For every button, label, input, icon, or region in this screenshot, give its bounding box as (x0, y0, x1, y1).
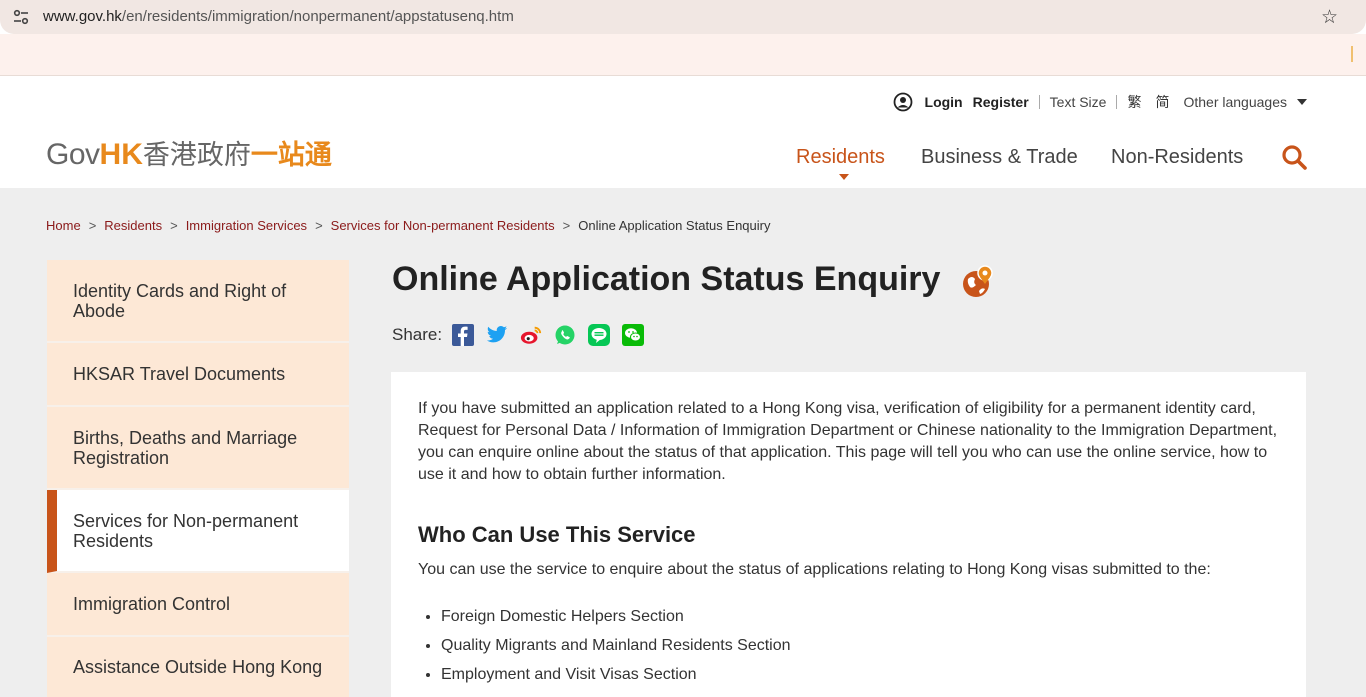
content-area: Home > Residents > Immigration Services … (0, 188, 1366, 697)
login-link[interactable]: Login (925, 94, 963, 110)
divider (1038, 95, 1040, 109)
list-item: Foreign Domestic Helpers Section (441, 606, 791, 635)
logo-gov: Gov (46, 138, 100, 171)
breadcrumb-separator: > (562, 218, 571, 233)
sidebar-nav: Identity Cards and Right of Abode HKSAR … (47, 260, 349, 697)
logo-chinese-tagline: 一站通 (250, 140, 332, 170)
url-path: /en/residents/immigration/nonpermanent/a… (121, 8, 514, 25)
govhk-logo[interactable]: GovHK香港政府一站通 (46, 133, 332, 172)
site-info-icon[interactable] (12, 8, 30, 26)
chevron-down-icon[interactable] (1297, 99, 1307, 105)
breadcrumb-home[interactable]: Home (46, 218, 81, 233)
section-list: Foreign Domestic Helpers Section Quality… (441, 606, 791, 693)
other-languages-dropdown[interactable]: Other languages (1183, 94, 1287, 110)
line-icon[interactable] (588, 324, 611, 346)
url-text[interactable]: www.gov.hk/en/residents/immigration/nonp… (43, 8, 514, 25)
intro-paragraph: If you have submitted an application rel… (418, 400, 1278, 483)
nav-residents[interactable]: Residents (796, 146, 885, 169)
browser-address-bar[interactable]: www.gov.hk/en/residents/immigration/nonp… (0, 0, 1366, 34)
wechat-icon[interactable] (622, 324, 645, 346)
sidebar-item-travel-documents[interactable]: HKSAR Travel Documents (47, 343, 349, 407)
twitter-icon[interactable] (486, 324, 508, 346)
sidebar-item-non-permanent-residents[interactable]: Services for Non-permanent Residents (47, 490, 349, 573)
breadcrumb-separator: > (315, 218, 323, 233)
url-host: www.gov.hk (43, 8, 122, 25)
breadcrumb: Home > Residents > Immigration Services … (46, 218, 770, 233)
share-bar: Share: (392, 324, 656, 346)
sidebar-item-assistance-outside-hk[interactable]: Assistance Outside Hong Kong (47, 637, 349, 697)
divider (1116, 95, 1118, 109)
facebook-icon[interactable] (452, 324, 475, 346)
browser-info-strip (0, 34, 1366, 76)
breadcrumb-non-permanent-residents[interactable]: Services for Non-permanent Residents (331, 218, 555, 233)
content-card: If you have submitted an application rel… (391, 372, 1306, 697)
logo-hk: HK (99, 138, 143, 171)
list-item: Quality Migrants and Mainland Residents … (441, 635, 791, 664)
search-icon[interactable] (1281, 144, 1307, 170)
breadcrumb-residents[interactable]: Residents (104, 218, 162, 233)
simplified-chinese-link[interactable]: 简 (1155, 92, 1169, 112)
user-icon[interactable] (893, 92, 913, 112)
register-link[interactable]: Register (973, 94, 1029, 110)
nav-non-residents[interactable]: Non-Residents (1111, 146, 1243, 169)
nav-active-indicator (839, 174, 849, 180)
share-label: Share: (392, 325, 443, 344)
list-item: Employment and Visit Visas Section (441, 664, 791, 693)
sidebar-item-immigration-control[interactable]: Immigration Control (47, 573, 349, 637)
sidebar-item-births-deaths-marriage[interactable]: Births, Deaths and Marriage Registration (47, 407, 349, 490)
strip-marker (1351, 46, 1353, 62)
sidebar-item-identity-cards[interactable]: Identity Cards and Right of Abode (47, 260, 349, 343)
section-heading: Who Can Use This Service (418, 522, 696, 547)
utility-bar: Login Register Text Size 繁 简 Other langu… (893, 92, 1307, 112)
traditional-chinese-link[interactable]: 繁 (1127, 92, 1141, 112)
section-lead: You can use the service to enquire about… (418, 561, 1211, 578)
location-globe-icon[interactable] (962, 265, 994, 299)
breadcrumb-current: Online Application Status Enquiry (578, 218, 771, 233)
breadcrumb-separator: > (88, 218, 97, 233)
weibo-icon[interactable] (520, 324, 542, 346)
breadcrumb-immigration-services[interactable]: Immigration Services (186, 218, 307, 233)
logo-chinese: 香港政府 (142, 140, 251, 170)
breadcrumb-separator: > (170, 218, 178, 233)
bookmark-star-icon[interactable]: ☆ (1321, 6, 1338, 29)
page-title: Online Application Status Enquiry (392, 260, 941, 298)
site-header: Login Register Text Size 繁 简 Other langu… (0, 76, 1366, 188)
whatsapp-icon[interactable] (554, 324, 576, 346)
text-size-link[interactable]: Text Size (1050, 94, 1107, 110)
nav-business-trade[interactable]: Business & Trade (921, 146, 1078, 169)
